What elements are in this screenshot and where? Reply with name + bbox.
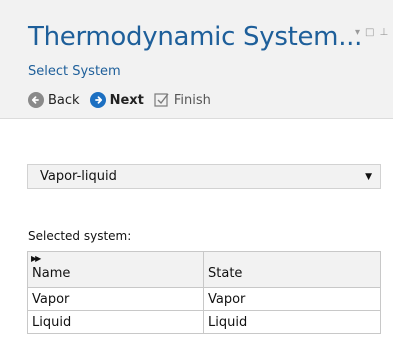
selected-system-table: Name State Vapor Vapor Liquid Liquid: [27, 251, 381, 334]
table-row[interactable]: Vapor Vapor: [27, 287, 381, 311]
next-label: Next: [109, 92, 144, 108]
next-arrow-icon: [89, 92, 106, 108]
system-type-select[interactable]: Vapor-liquid ▼: [27, 164, 381, 189]
table-cell[interactable]: Vapor: [27, 287, 204, 311]
expand-columns-icon[interactable]: ▶▶: [31, 254, 41, 263]
system-type-value: Vapor-liquid: [40, 169, 117, 184]
table-cell[interactable]: Vapor: [203, 287, 381, 311]
back-button[interactable]: Back: [28, 92, 80, 108]
chevron-down-icon: ▼: [365, 171, 372, 182]
table-cell[interactable]: Liquid: [27, 310, 204, 334]
selected-system-label: Selected system:: [28, 229, 132, 243]
table-cell[interactable]: Liquid: [203, 310, 381, 334]
column-header-name[interactable]: Name: [27, 251, 204, 288]
wizard-nav: Back Next Finish: [28, 90, 221, 110]
window-controls: ▾ □ ⊥: [355, 27, 393, 38]
table-header-row: Name State: [27, 251, 381, 288]
finish-checkbox-icon: [154, 93, 169, 107]
page-subtitle: Select System: [28, 64, 121, 79]
dropdown-menu-icon[interactable]: ▾: [355, 27, 360, 38]
maximize-icon[interactable]: □: [365, 27, 374, 38]
pin-icon[interactable]: ⊥: [379, 27, 388, 38]
back-arrow-icon: [28, 92, 44, 108]
table-row[interactable]: Liquid Liquid: [27, 310, 381, 334]
finish-label: Finish: [173, 92, 211, 108]
wizard-header: Thermodynamic System... ▾ □ ⊥ Select Syste…: [0, 0, 393, 119]
finish-button[interactable]: Finish: [154, 92, 211, 108]
column-header-state[interactable]: State: [203, 251, 381, 288]
next-button[interactable]: Next: [89, 92, 144, 108]
window-title: Thermodynamic System...: [28, 22, 363, 52]
back-label: Back: [48, 92, 80, 108]
